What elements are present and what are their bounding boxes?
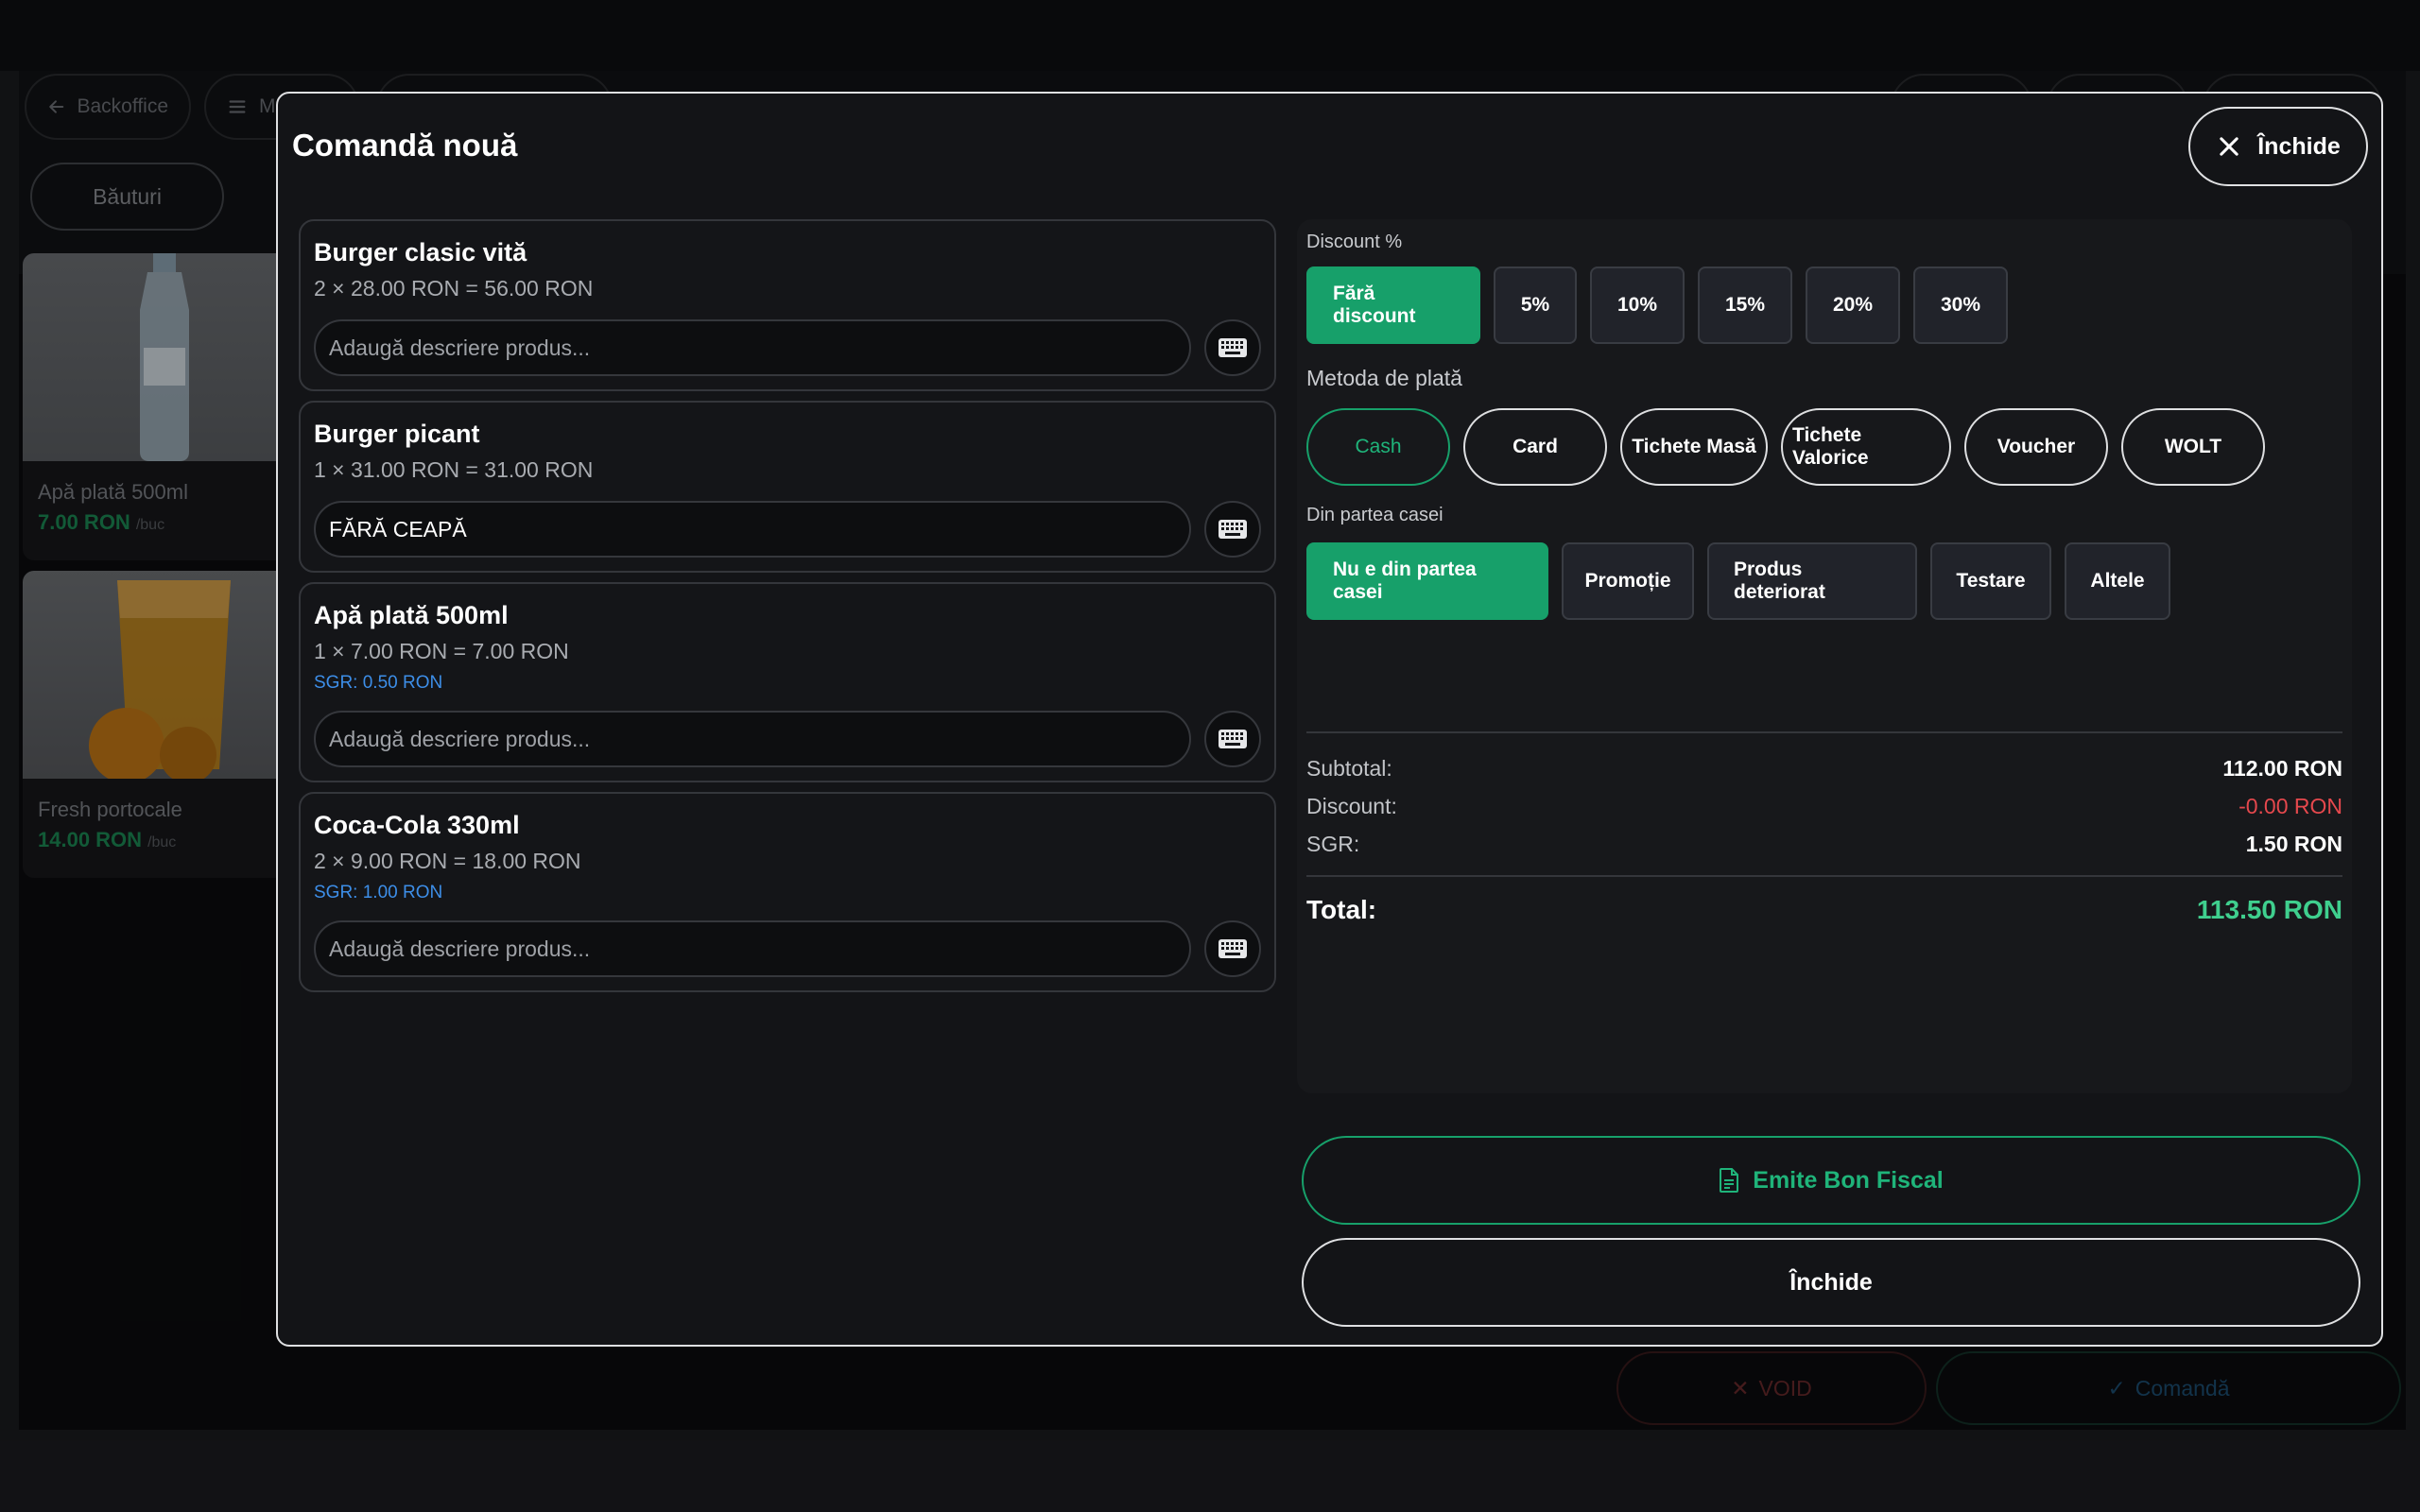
item-name: Apă plată 500ml [314,601,509,629]
discount-option-30[interactable]: 30% [1913,266,2008,344]
order-item: Apă plată 500ml 1 × 7.00 RON = 7.00 RON … [299,582,1276,782]
item-description-input[interactable] [314,711,1191,767]
modal-title: Comandă nouă [292,128,518,163]
payment-option-card[interactable]: Card [1463,408,1607,486]
new-order-modal: Comandă nouă Închide Burger clasic vită … [276,92,2383,1347]
item-calculation: 1 × 7.00 RON = 7.00 RON [314,639,569,663]
keyboard-icon [1219,338,1247,357]
discount-option-20[interactable]: 20% [1806,266,1900,344]
item-name: Burger picant [314,420,480,448]
house-option-damaged[interactable]: Produs deteriorat [1707,542,1917,620]
item-description-input[interactable] [314,920,1191,977]
house-options: Nu e din partea casei Promoție Produs de… [1306,542,2170,620]
close-button-bottom[interactable]: Închide [1302,1238,2360,1327]
discount-row: Discount: -0.00 RON [1306,794,2342,819]
item-name: Coca-Cola 330ml [314,811,520,839]
summary-divider [1306,731,2342,733]
payment-method-label: Metoda de plată [1306,366,1462,390]
discount-options: Fără discount 5% 10% 15% 20% 30% [1306,266,2008,344]
payment-panel: Discount % Fără discount 5% 10% 15% 20% … [1297,219,2352,1093]
house-label: Din partea casei [1306,505,1443,525]
close-button-top[interactable]: Închide [2188,107,2368,186]
payment-method-options: Cash Card Tichete Masă Tichete Valorice … [1306,408,2265,486]
total-label: Total: [1306,895,1377,924]
sgr-summary-label: SGR: [1306,832,1360,856]
item-calculation: 1 × 31.00 RON = 31.00 RON [314,457,594,482]
payment-option-value-tickets[interactable]: Tichete Valorice [1781,408,1951,486]
subtotal-label: Subtotal: [1306,756,1392,781]
order-item: Coca-Cola 330ml 2 × 9.00 RON = 18.00 RON… [299,792,1276,992]
keyboard-icon [1219,939,1247,958]
payment-option-wolt[interactable]: WOLT [2121,408,2265,486]
item-sgr: SGR: 1.00 RON [314,883,443,902]
close-label: Închide [2257,132,2341,160]
emit-fiscal-receipt-button[interactable]: Emite Bon Fiscal [1302,1136,2360,1225]
keyboard-icon [1219,730,1247,748]
item-description-input[interactable] [314,501,1191,558]
discount-option-none[interactable]: Fără discount [1306,266,1480,344]
discount-option-10[interactable]: 10% [1590,266,1685,344]
discount-summary-value: -0.00 RON [2238,794,2342,818]
house-option-other[interactable]: Altele [2065,542,2170,620]
item-sgr: SGR: 0.50 RON [314,673,443,693]
order-items-list: Burger clasic vită 2 × 28.00 RON = 56.00… [299,219,1276,1002]
item-calculation: 2 × 9.00 RON = 18.00 RON [314,849,581,873]
item-name: Burger clasic vită [314,238,527,266]
total-divider [1306,875,2342,877]
discount-option-15[interactable]: 15% [1698,266,1792,344]
close-icon [2220,137,2238,156]
subtotal-row: Subtotal: 112.00 RON [1306,756,2342,782]
item-calculation: 2 × 28.00 RON = 56.00 RON [314,276,594,301]
total-value: 113.50 RON [2196,895,2342,924]
document-icon [1720,1168,1739,1193]
house-option-none[interactable]: Nu e din partea casei [1306,542,1548,620]
discount-option-5[interactable]: 5% [1494,266,1577,344]
sgr-row: SGR: 1.50 RON [1306,832,2342,857]
payment-option-cash[interactable]: Cash [1306,408,1450,486]
discount-label: Discount % [1306,232,1403,252]
payment-option-voucher[interactable]: Voucher [1964,408,2108,486]
keyboard-button[interactable] [1204,920,1261,977]
keyboard-button[interactable] [1204,711,1261,767]
order-item: Burger picant 1 × 31.00 RON = 31.00 RON [299,401,1276,573]
item-description-input[interactable] [314,319,1191,376]
house-option-testing[interactable]: Testare [1930,542,2051,620]
keyboard-icon [1219,520,1247,539]
discount-summary-label: Discount: [1306,794,1397,818]
payment-option-meal-tickets[interactable]: Tichete Masă [1620,408,1768,486]
keyboard-button[interactable] [1204,319,1261,376]
total-row: Total: 113.50 RON [1306,895,2342,925]
house-option-promotion[interactable]: Promoție [1562,542,1694,620]
sgr-summary-value: 1.50 RON [2245,832,2342,856]
fiscal-label: Emite Bon Fiscal [1753,1166,1944,1194]
keyboard-button[interactable] [1204,501,1261,558]
order-item: Burger clasic vită 2 × 28.00 RON = 56.00… [299,219,1276,391]
subtotal-value: 112.00 RON [2222,756,2342,781]
